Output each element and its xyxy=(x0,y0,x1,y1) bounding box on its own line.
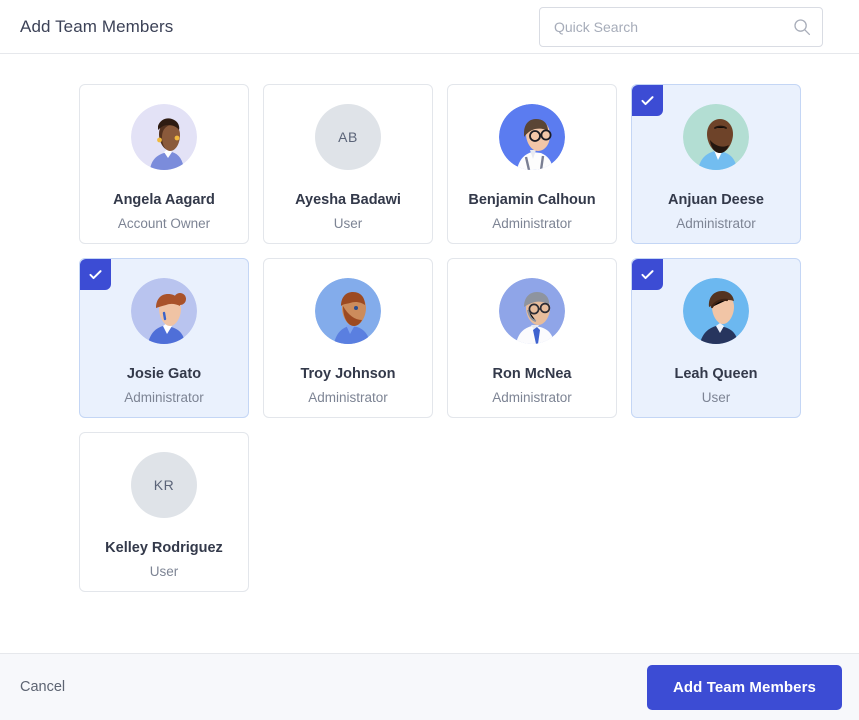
member-role: Administrator xyxy=(676,216,756,232)
member-role: Administrator xyxy=(124,390,204,406)
selected-check-icon xyxy=(632,85,663,116)
member-name: Ron McNea xyxy=(492,366,572,382)
avatar xyxy=(131,278,197,344)
member-card[interactable]: Angela Aagard Account Owner xyxy=(79,84,249,244)
search-container xyxy=(539,6,823,47)
member-name: Troy Johnson xyxy=(300,366,396,382)
member-name: Kelley Rodriguez xyxy=(105,540,223,556)
member-role: User xyxy=(701,390,731,406)
member-name: Angela Aagard xyxy=(113,192,215,208)
member-name: Leah Queen xyxy=(674,366,758,382)
avatar-initials: AB xyxy=(315,104,381,170)
avatar xyxy=(683,278,749,344)
member-card[interactable]: Anjuan Deese Administrator xyxy=(631,84,801,244)
member-role: User xyxy=(333,216,363,232)
add-team-members-dialog: Add Team Members Angela Aagard Account Ow… xyxy=(0,0,859,720)
add-team-members-button[interactable]: Add Team Members xyxy=(646,664,842,710)
avatar xyxy=(499,104,565,170)
avatar xyxy=(499,278,565,344)
member-role: Administrator xyxy=(492,216,572,232)
member-role: Account Owner xyxy=(117,216,211,232)
member-card[interactable]: Ron McNea Administrator xyxy=(447,258,617,418)
page-title: Add Team Members xyxy=(20,16,174,36)
avatar xyxy=(131,104,197,170)
member-name: Anjuan Deese xyxy=(668,192,764,208)
member-role: User xyxy=(149,564,179,580)
search-input[interactable] xyxy=(539,6,823,47)
member-card[interactable]: Leah Queen User xyxy=(631,258,801,418)
member-card[interactable]: KR Kelley Rodriguez User xyxy=(79,432,249,592)
member-card[interactable]: AB Ayesha Badawi User xyxy=(263,84,433,244)
dialog-header: Add Team Members xyxy=(0,0,859,54)
member-card[interactable]: Josie Gato Administrator xyxy=(79,258,249,418)
members-grid: Angela Aagard Account Owner AB Ayesha Badaw… xyxy=(0,84,859,592)
avatar xyxy=(683,104,749,170)
member-card[interactable]: Troy Johnson Administrator xyxy=(263,258,433,418)
avatar xyxy=(315,278,381,344)
cancel-button[interactable]: Cancel xyxy=(20,679,65,695)
member-role: Administrator xyxy=(492,390,572,406)
member-role: Administrator xyxy=(308,390,388,406)
member-name: Josie Gato xyxy=(126,366,202,382)
dialog-footer: Cancel Add Team Members xyxy=(0,653,859,720)
avatar-initials: KR xyxy=(131,452,197,518)
member-name: Benjamin Calhoun xyxy=(468,192,596,208)
member-name: Ayesha Badawi xyxy=(295,192,401,208)
selected-check-icon xyxy=(80,259,111,290)
members-body: Angela Aagard Account Owner AB Ayesha Badaw… xyxy=(0,54,859,653)
selected-check-icon xyxy=(632,259,663,290)
member-card[interactable]: Benjamin Calhoun Administrator xyxy=(447,84,617,244)
